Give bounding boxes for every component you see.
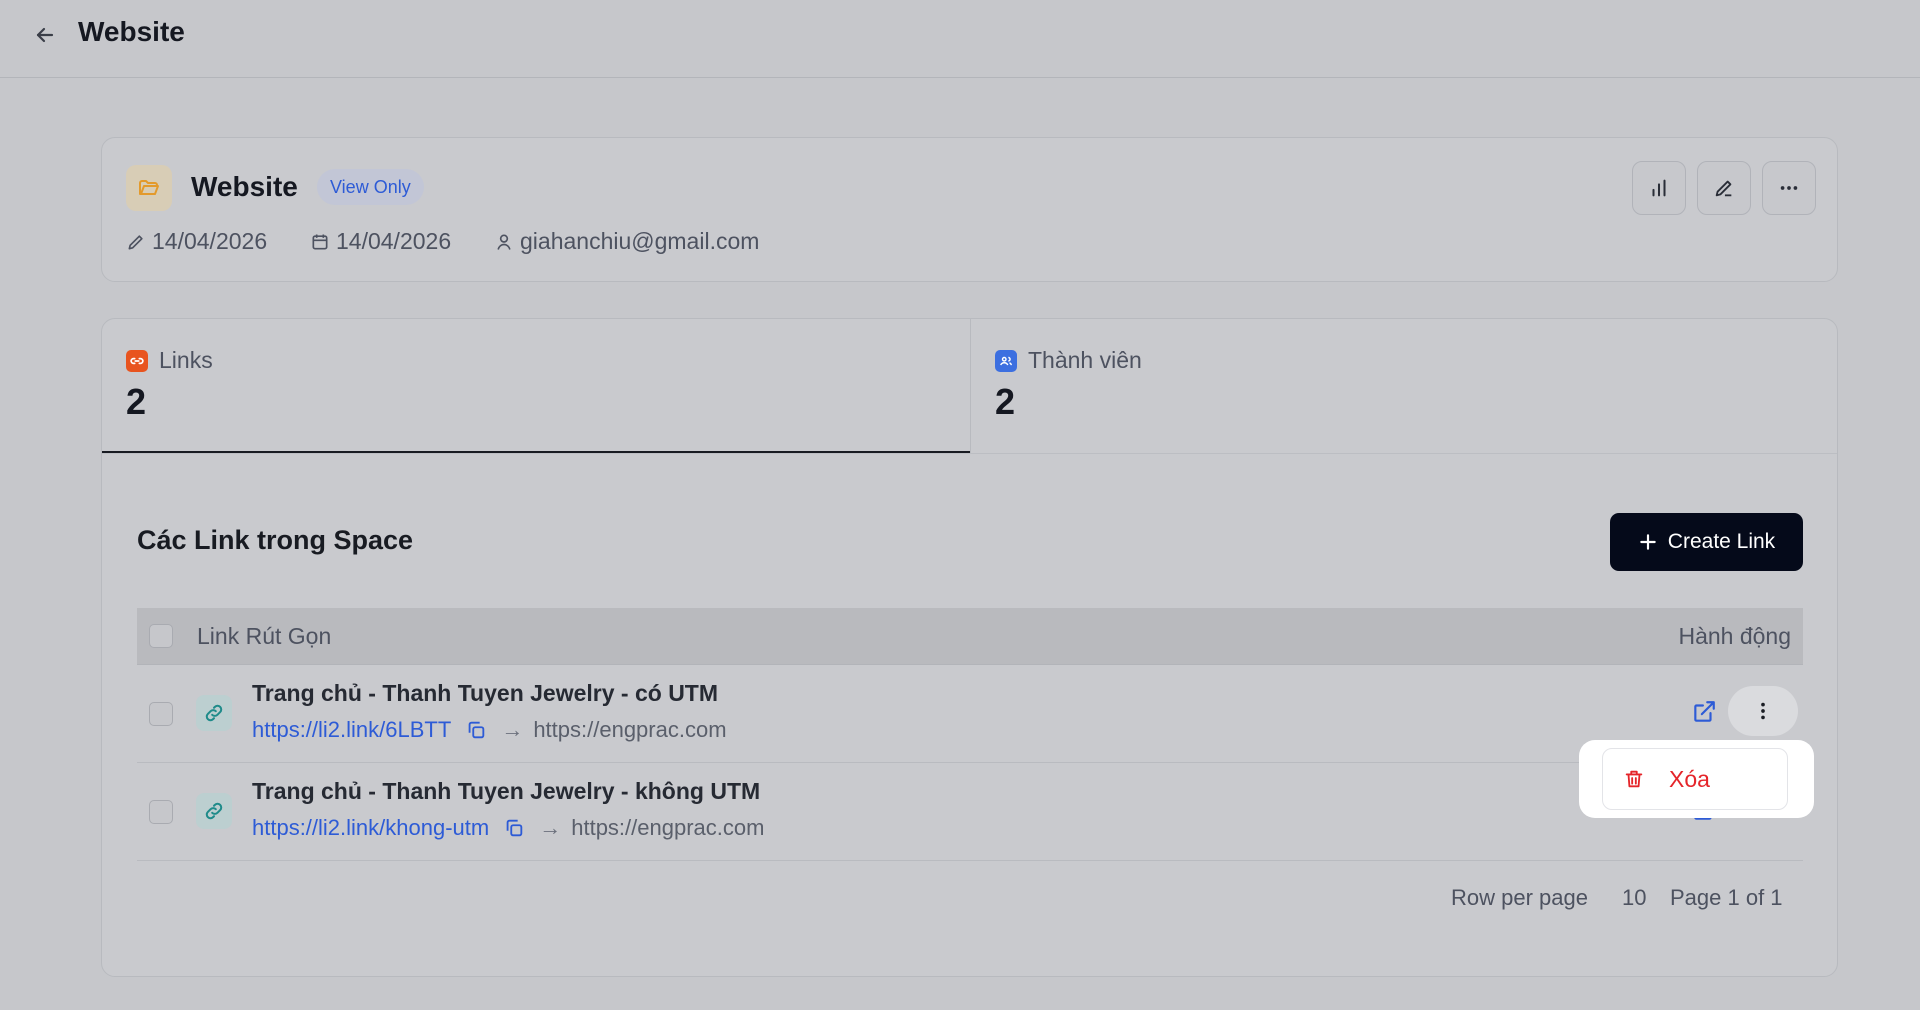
column-header-action: Hành động — [1678, 623, 1791, 649]
arrow-right-icon: → — [539, 815, 562, 840]
link-icon — [196, 793, 232, 829]
calendar-icon — [312, 234, 328, 249]
view-only-badge: View Only — [317, 169, 424, 205]
owner-email-text: giahanchiu@gmail.com — [520, 228, 760, 254]
arrow-right-icon: → — [501, 717, 524, 742]
destination-url: https://engprac.com — [571, 815, 765, 840]
row-context-menu: Xóa — [1579, 740, 1814, 818]
tabs-separator — [102, 453, 1837, 454]
destination-url: https://engprac.com — [533, 717, 727, 742]
short-link[interactable]: https://li2.link/khong-utm — [252, 815, 489, 841]
select-all-checkbox[interactable] — [149, 624, 173, 648]
link-title: Trang chủ - Thanh Tuyen Jewelry - không … — [252, 778, 761, 804]
created-date: 14/04/2026 — [310, 228, 451, 255]
back-button[interactable] — [30, 20, 60, 50]
plus-icon — [1640, 534, 1656, 550]
table-row: Trang chủ - Thanh Tuyen Jewelry - không … — [137, 763, 1803, 861]
ellipsis-vertical-icon — [1761, 702, 1765, 720]
pen-icon — [1715, 180, 1732, 197]
owner-email: giahanchiu@gmail.com — [494, 228, 759, 255]
analytics-button[interactable] — [1632, 161, 1686, 215]
bar-chart-icon — [1652, 179, 1666, 197]
users-icon — [995, 349, 1017, 372]
create-link-button[interactable]: Create Link — [1610, 513, 1803, 571]
folder-icon-badge — [126, 165, 172, 211]
more-options-button[interactable] — [1762, 161, 1816, 215]
row-actions-button[interactable] — [1728, 686, 1798, 736]
tab-links-label: Links — [159, 347, 213, 373]
space-name: Website — [191, 171, 298, 202]
edit-button[interactable] — [1697, 161, 1751, 215]
link-title: Trang chủ - Thanh Tuyen Jewelry - có UTM — [252, 680, 719, 706]
external-link-icon[interactable] — [1690, 698, 1718, 726]
tab-members-label: Thành viên — [1028, 347, 1142, 373]
edited-date: 14/04/2026 — [126, 228, 267, 255]
tab-links[interactable]: Links 2 — [102, 319, 970, 454]
delete-menu-item[interactable]: Xóa — [1602, 748, 1788, 810]
section-title: Các Link trong Space — [137, 525, 414, 555]
table-row: Trang chủ - Thanh Tuyen Jewelry - có UTM… — [137, 665, 1803, 763]
row-checkbox[interactable] — [149, 702, 173, 726]
page-title: Website — [78, 16, 185, 47]
tab-members-count: 2 — [995, 381, 1016, 422]
page-indicator: Page 1 of 1 — [1670, 885, 1783, 910]
edited-date-text: 14/04/2026 — [152, 228, 268, 254]
trash-icon — [1625, 770, 1643, 788]
link-icon — [126, 349, 148, 372]
link-icon — [196, 695, 232, 731]
folder-open-icon — [139, 180, 159, 195]
rows-per-page-select[interactable]: 10 — [1622, 885, 1646, 911]
space-content-card: Links 2 Thành viên 2 Các Link trong Spac… — [101, 318, 1838, 977]
column-header-link: Link Rút Gọn — [197, 623, 332, 649]
pencil-icon — [128, 234, 143, 249]
top-bar: Website — [0, 0, 1920, 78]
short-link[interactable]: https://li2.link/6LBTT — [252, 717, 451, 743]
rows-per-page-label: Row per page — [1451, 885, 1588, 910]
user-icon — [497, 234, 511, 250]
copy-icon[interactable] — [465, 719, 487, 741]
row-checkbox[interactable] — [149, 800, 173, 824]
created-date-text: 14/04/2026 — [336, 228, 452, 254]
space-info-card: Website View Only 14/04/2026 14/04/2026 … — [101, 137, 1838, 282]
tab-members[interactable]: Thành viên 2 — [971, 319, 1837, 454]
table-header: Link Rút Gọn Hành động — [137, 608, 1803, 665]
delete-label: Xóa — [1669, 765, 1710, 792]
arrow-left-icon — [36, 27, 54, 43]
create-link-label: Create Link — [1667, 530, 1776, 553]
ellipsis-horizontal-icon — [1780, 186, 1798, 190]
tab-links-count: 2 — [126, 381, 147, 422]
copy-icon[interactable] — [503, 817, 525, 839]
